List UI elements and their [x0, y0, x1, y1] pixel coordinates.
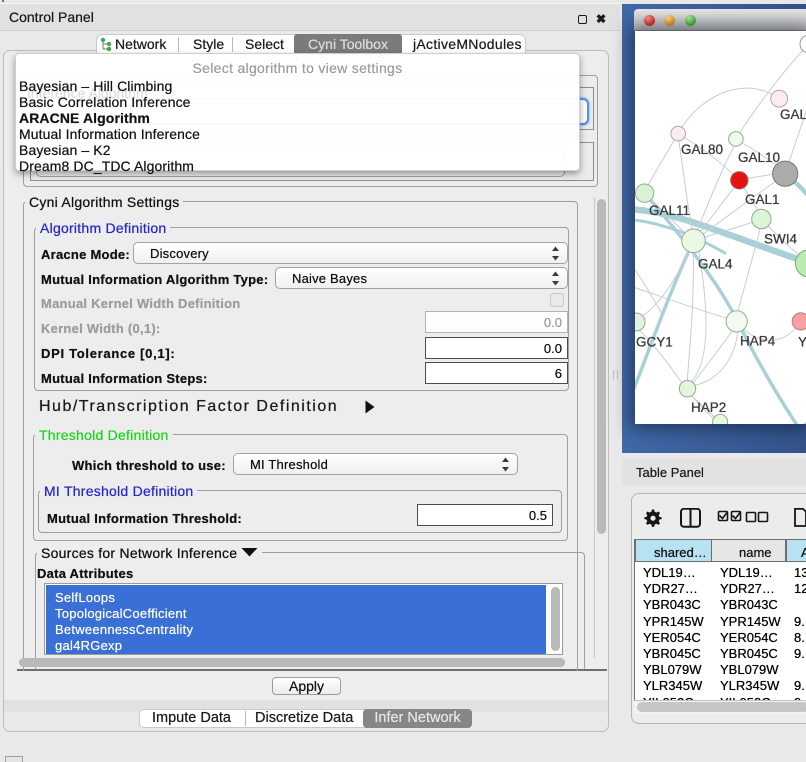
svg-text:GAL11: GAL11 [649, 203, 690, 218]
svg-text:Y: Y [798, 335, 806, 350]
svg-text:GAL10: GAL10 [738, 150, 780, 165]
svg-text:GAL80: GAL80 [681, 142, 723, 157]
svg-text:HAP4: HAP4 [740, 334, 776, 349]
svg-text:GAL7: GAL7 [780, 107, 806, 122]
svg-text:GAL1: GAL1 [745, 192, 780, 207]
svg-text:SWI4: SWI4 [764, 232, 797, 247]
svg-text:HAP2: HAP2 [691, 400, 726, 415]
svg-text:GAL4: GAL4 [698, 257, 733, 272]
svg-text:GCY1: GCY1 [636, 335, 673, 350]
